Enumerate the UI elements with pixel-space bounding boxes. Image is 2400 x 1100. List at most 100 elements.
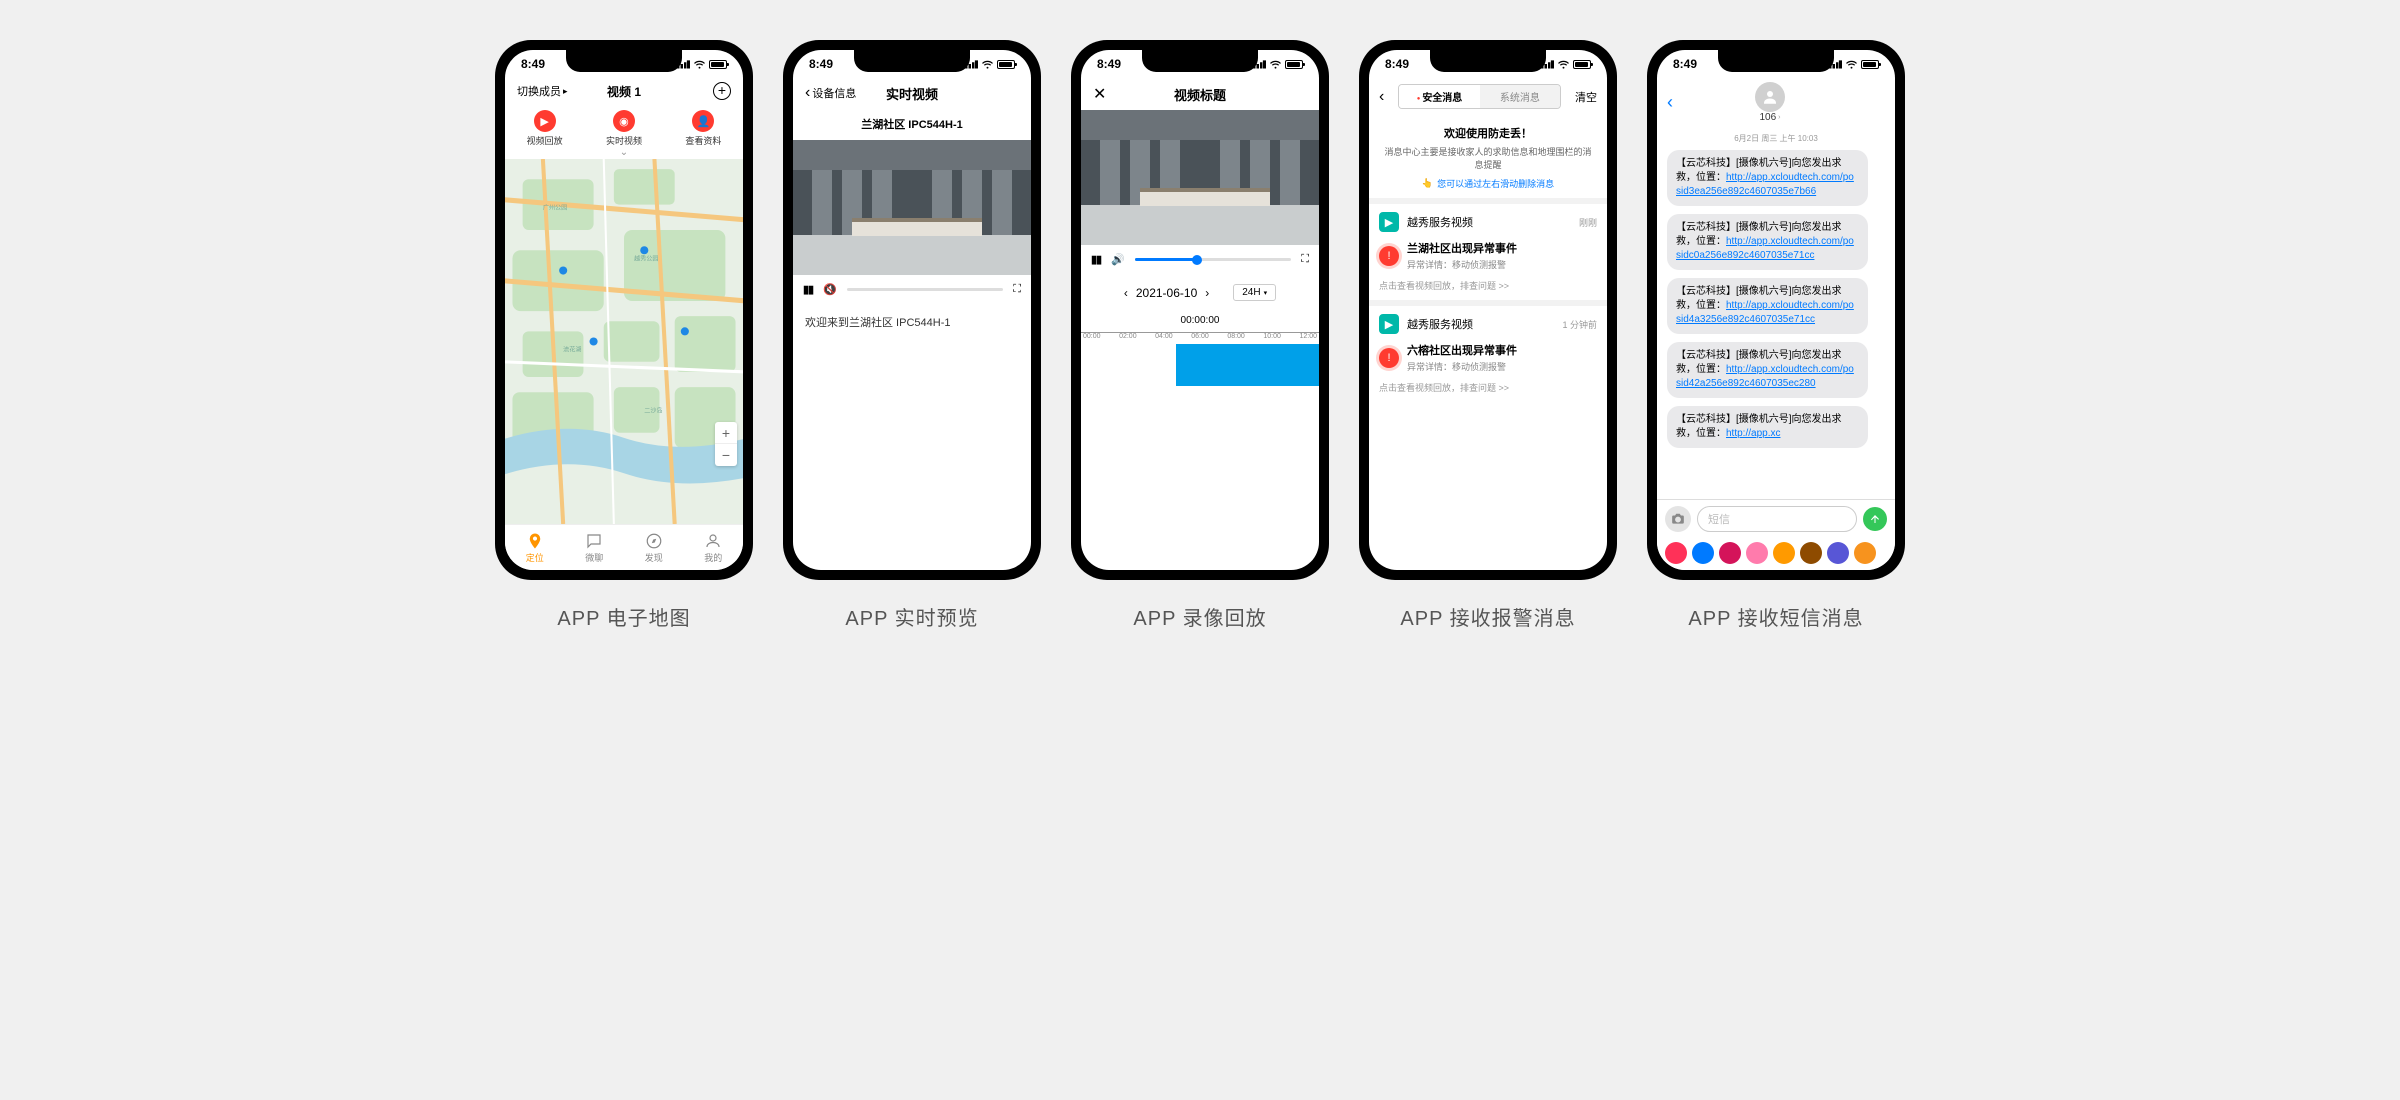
message-list[interactable]: 【云芯科技】[摄像机六号]向您发出求救，位置：http://app.xcloud… [1657,150,1895,499]
sms-bubble[interactable]: 【云芯科技】[摄像机六号]向您发出求救，位置：http://app.xcloud… [1667,150,1868,206]
video-controls: ▮▮ 🔇 ⛶ [793,275,1031,304]
wifi-icon [981,59,994,69]
welcome-sub: 消息中心主要是接收家人的求助信息和地理围栏的消息提醒 [1383,145,1593,171]
contact-number[interactable]: 106› [1759,112,1780,123]
pause-icon[interactable]: ▮▮ [803,283,813,296]
message-input[interactable]: 短信 [1697,506,1857,532]
close-button[interactable]: ✕ [1093,84,1106,104]
seg-security[interactable]: 安全消息 [1399,85,1479,108]
tab-locate[interactable]: 定位 [505,525,565,570]
page-title: 视频标题 [1174,85,1226,104]
chevron-right-icon[interactable]: › [1205,286,1209,300]
send-button[interactable] [1863,507,1887,531]
app-shortcut[interactable] [1827,542,1849,564]
sms-bubble[interactable]: 【云芯科技】[摄像机六号]向您发出求救，位置：http://app.xcloud… [1667,214,1868,270]
app-shortcut[interactable] [1719,542,1741,564]
app-shortcut[interactable] [1854,542,1876,564]
quick-live[interactable]: ◉实时视频 [606,110,642,147]
battery-icon [997,60,1015,69]
video-player[interactable] [793,140,1031,275]
sms-bubble[interactable]: 【云芯科技】[摄像机六号]向您发出求救，位置：http://app.xcloud… [1667,342,1868,398]
sms-link[interactable]: http://app.xc [1726,428,1780,439]
app-shortcut[interactable] [1800,542,1822,564]
tab-discover[interactable]: 发现 [624,525,684,570]
zoom-out-button[interactable]: − [715,444,737,466]
card-title: 越秀服务视频 [1407,316,1473,332]
chevron-left-icon[interactable]: ‹ [1124,286,1128,300]
sms-link[interactable]: http://app.xcloudtech.com/posidc0a256e89… [1676,236,1854,261]
alert-card[interactable]: ▶越秀服务视频刚刚 !兰湖社区出现异常事件异常详情：移动侦测报警 点击查看视频回… [1369,198,1607,300]
app-shortcut[interactable] [1773,542,1795,564]
map-view[interactable]: 广州公园 越秀公园 流花湖 二沙岛 +− [505,159,743,524]
timestamp: 6月2日 周三 上午 10:03 [1657,127,1895,150]
sms-link[interactable]: http://app.xcloudtech.com/posid4a3256e89… [1676,300,1854,325]
fullscreen-icon[interactable]: ⛶ [1301,253,1309,266]
view-link[interactable]: 点击查看视频回放，排查问题 >> [1379,381,1597,394]
switch-member-button[interactable]: 切换成员▸ [517,83,568,99]
clear-button[interactable]: 清空 [1575,89,1597,105]
svg-text:广州公园: 广州公园 [543,204,567,212]
caption: APP 接收短信消息 [1688,602,1863,631]
wifi-icon [1557,59,1570,69]
timecode: 00:00:00 [1081,311,1319,330]
app-shortcut[interactable] [1746,542,1768,564]
caption: APP 录像回放 [1133,602,1266,631]
video-player[interactable] [1081,110,1319,245]
mute-icon[interactable]: 🔇 [823,283,837,296]
view-link[interactable]: 点击查看视频回放，排查问题 >> [1379,279,1597,292]
volume-slider[interactable] [847,288,1003,291]
fullscreen-icon[interactable]: ⛶ [1013,283,1021,296]
pause-icon[interactable]: ▮▮ [1091,253,1101,266]
quick-actions: ▶视频回放 ◉实时视频 👤查看资料 [505,104,743,149]
tab-chat[interactable]: 微聊 [565,525,625,570]
chevron-down-icon[interactable]: ⌄ [505,149,743,159]
swipe-tip: 👆您可以通过左右滑动删除消息 [1383,177,1593,190]
zoom-in-button[interactable]: + [715,422,737,444]
sms-link[interactable]: http://app.xcloudtech.com/posid42a256e89… [1676,364,1854,389]
sms-header: ‹ 106› [1657,78,1895,127]
tab-mine[interactable]: 我的 [684,525,744,570]
seg-system[interactable]: 系统消息 [1480,85,1560,108]
avatar-icon[interactable] [1755,82,1785,112]
event-text: 兰湖社区出现异常事件 [1407,240,1517,256]
person-icon [704,532,722,550]
caption: APP 电子地图 [557,602,690,631]
wifi-icon [1845,59,1858,69]
range-select[interactable]: 24H▾ [1233,284,1276,301]
volume-slider[interactable] [1135,258,1291,261]
live-icon: ◉ [613,110,635,132]
date-picker[interactable]: ‹2021-06-10› [1124,286,1209,300]
timeline[interactable]: 00:0002:0004:0006:0008:0010:0012:00 [1081,332,1319,386]
battery-icon [1861,60,1879,69]
card-title: 越秀服务视频 [1407,214,1473,230]
nav-bar: ‹ 安全消息 系统消息 清空 [1369,78,1607,115]
alert-icon: ! [1379,348,1399,368]
add-button[interactable] [713,82,731,100]
camera-icon[interactable] [1665,506,1691,532]
timeline-segment[interactable] [1176,344,1319,386]
zoom-control: +− [715,422,737,466]
sms-bubble[interactable]: 【云芯科技】[摄像机六号]向您发出求救，位置：http://app.xc [1667,406,1868,448]
sms-bubble[interactable]: 【云芯科技】[摄像机六号]向您发出求救，位置：http://app.xcloud… [1667,278,1868,334]
card-time: 1 分钟前 [1562,318,1597,331]
status-time: 8:49 [521,57,545,71]
segment-control[interactable]: 安全消息 系统消息 [1398,84,1561,109]
camera-name: 兰湖社区 IPC544H-1 [793,108,1031,140]
back-button[interactable]: ‹ [1379,88,1384,106]
back-button[interactable]: ‹设备信息 [805,84,856,102]
wifi-icon [693,59,706,69]
back-button[interactable]: ‹ [1667,92,1673,113]
pin-icon [526,532,544,550]
tab-bar: 定位 微聊 发现 我的 [505,524,743,570]
svg-text:流花湖: 流花湖 [563,346,581,354]
volume-icon[interactable]: 🔊 [1111,253,1125,266]
app-shortcut[interactable] [1692,542,1714,564]
sms-link[interactable]: http://app.xcloudtech.com/posid3ea256e89… [1676,172,1854,197]
alert-card[interactable]: ▶越秀服务视频1 分钟前 !六榕社区出现异常事件异常详情：移动侦测报警 点击查看… [1369,300,1607,402]
battery-icon [709,60,727,69]
quick-profile[interactable]: 👤查看资料 [685,110,721,147]
wifi-icon [1269,59,1282,69]
event-text: 六榕社区出现异常事件 [1407,342,1517,358]
quick-playback[interactable]: ▶视频回放 [527,110,563,147]
app-shortcut[interactable] [1665,542,1687,564]
